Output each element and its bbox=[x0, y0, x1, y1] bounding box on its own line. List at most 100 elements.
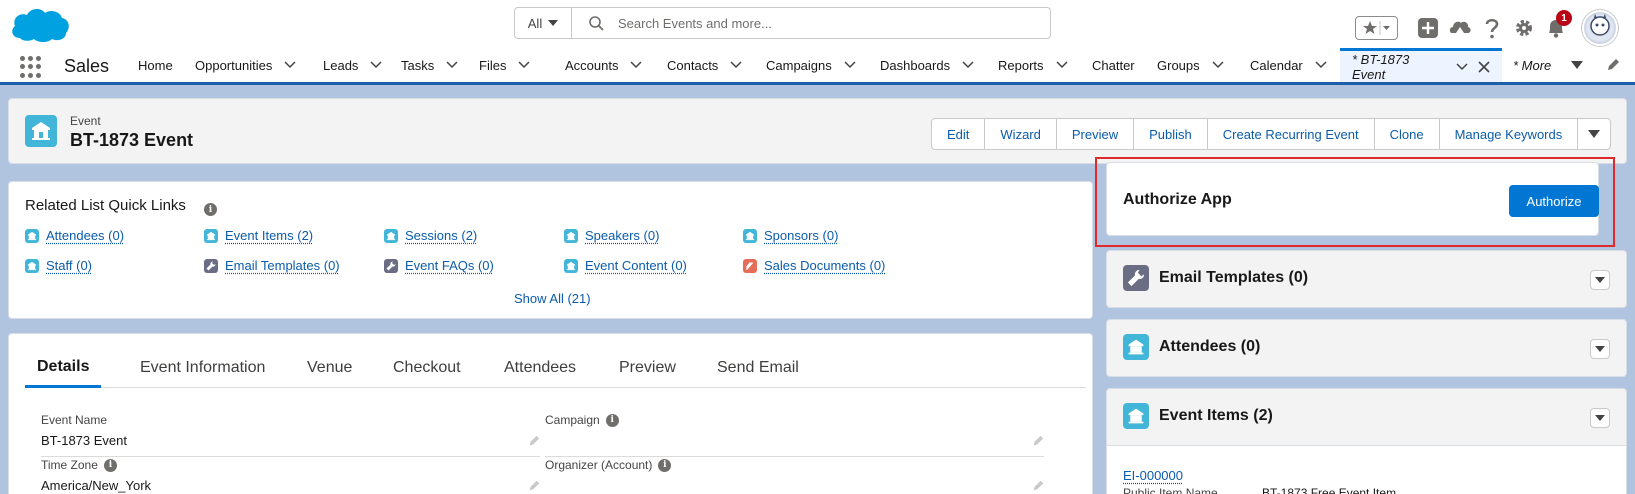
manage-keywords-button[interactable]: Manage Keywords bbox=[1440, 119, 1579, 149]
chevron-down-icon[interactable] bbox=[370, 61, 382, 69]
quick-link-staff[interactable]: Staff (0) bbox=[25, 258, 92, 273]
nav-item-campaigns[interactable]: Campaigns bbox=[766, 48, 856, 82]
quick-link-event-items[interactable]: Event Items (2) bbox=[204, 228, 313, 243]
quick-link-sponsors[interactable]: Sponsors (0) bbox=[743, 228, 838, 243]
chevron-down-icon[interactable] bbox=[1056, 61, 1068, 69]
tab-event-information[interactable]: Event Information bbox=[140, 348, 265, 388]
user-avatar[interactable] bbox=[1582, 10, 1618, 46]
edit-pencil-icon[interactable] bbox=[1032, 435, 1044, 450]
event-item-link[interactable]: EI-000000 bbox=[1123, 468, 1183, 483]
nav-item-label: Opportunities bbox=[195, 58, 272, 73]
tab-checkout[interactable]: Checkout bbox=[393, 348, 461, 388]
global-actions-button[interactable] bbox=[1414, 14, 1442, 42]
nav-item-dashboards[interactable]: Dashboards bbox=[880, 48, 974, 82]
quick-link-event-content[interactable]: Event Content (0) bbox=[564, 258, 687, 273]
related-card-title[interactable]: Event Items (2) bbox=[1159, 407, 1273, 425]
nav-item-label: Reports bbox=[998, 58, 1044, 73]
quick-link-sales-documents[interactable]: Sales Documents (0) bbox=[743, 258, 885, 273]
app-name: Sales bbox=[64, 56, 109, 77]
related-card-title[interactable]: Attendees (0) bbox=[1159, 338, 1260, 356]
plus-icon bbox=[1417, 17, 1439, 39]
edit-pencil-icon[interactable] bbox=[1032, 480, 1044, 494]
edit-button[interactable]: Edit bbox=[932, 119, 985, 149]
quick-link-label: Sponsors (0) bbox=[764, 228, 838, 243]
event-item-field-value: BT-1873 Free Event Item bbox=[1262, 486, 1396, 494]
question-icon bbox=[1484, 17, 1500, 39]
nav-item-opportunities[interactable]: Opportunities bbox=[195, 48, 296, 82]
info-icon[interactable]: i bbox=[204, 203, 217, 216]
quick-link-event-faqs[interactable]: Event FAQs (0) bbox=[384, 258, 494, 273]
app-launcher-icon[interactable] bbox=[20, 56, 42, 78]
card-menu-button[interactable] bbox=[1590, 408, 1610, 428]
preview-button[interactable]: Preview bbox=[1057, 119, 1134, 149]
tab-send-email[interactable]: Send Email bbox=[717, 348, 799, 388]
nav-more[interactable]: * More bbox=[1513, 48, 1583, 82]
wizard-button[interactable]: Wizard bbox=[985, 119, 1056, 149]
info-icon[interactable]: i bbox=[658, 459, 671, 472]
chevron-down-icon[interactable] bbox=[730, 61, 742, 69]
related-card-title[interactable]: Email Templates (0) bbox=[1159, 269, 1308, 287]
tab-details[interactable]: Details bbox=[25, 348, 101, 388]
search-icon bbox=[588, 15, 604, 31]
search-scope-dropdown[interactable]: All bbox=[515, 8, 572, 38]
caret-down-icon bbox=[1571, 61, 1583, 69]
more-actions-button[interactable] bbox=[1578, 119, 1610, 149]
nav-item-contacts[interactable]: Contacts bbox=[667, 48, 742, 82]
card-menu-button[interactable] bbox=[1590, 270, 1610, 290]
nav-item-tasks[interactable]: Tasks bbox=[401, 48, 458, 82]
quick-link-attendees[interactable]: Attendees (0) bbox=[25, 228, 124, 243]
quick-link-speakers[interactable]: Speakers (0) bbox=[564, 228, 659, 243]
quick-link-email-templates[interactable]: Email Templates (0) bbox=[204, 258, 340, 273]
edit-nav-button[interactable] bbox=[1606, 48, 1620, 82]
nav-item-label: Campaigns bbox=[766, 58, 832, 73]
salesforce-logo[interactable] bbox=[8, 4, 72, 44]
nav-item-reports[interactable]: Reports bbox=[998, 48, 1068, 82]
chevron-down-icon[interactable] bbox=[1315, 61, 1327, 69]
chevron-down-icon[interactable] bbox=[1456, 63, 1468, 71]
event-item-field-label: Public Item Name bbox=[1123, 486, 1218, 494]
tab-bt-1873-event[interactable]: * BT-1873 Event bbox=[1340, 48, 1502, 82]
tab-preview[interactable]: Preview bbox=[619, 348, 676, 388]
edit-pencil-icon[interactable] bbox=[528, 435, 540, 450]
edit-pencil-icon[interactable] bbox=[528, 480, 540, 494]
card-menu-button[interactable] bbox=[1590, 339, 1610, 359]
nav-item-files[interactable]: Files bbox=[479, 48, 530, 82]
chevron-down-icon[interactable] bbox=[518, 61, 530, 69]
nav-item-leads[interactable]: Leads bbox=[323, 48, 382, 82]
help-button[interactable] bbox=[1478, 14, 1506, 42]
info-icon[interactable]: i bbox=[606, 414, 619, 427]
global-search[interactable]: All Search Events and more... bbox=[514, 7, 1051, 39]
create-recurring-event-button[interactable]: Create Recurring Event bbox=[1208, 119, 1375, 149]
field-value: BT-1873 Event bbox=[41, 433, 127, 448]
chevron-down-icon[interactable] bbox=[446, 61, 458, 69]
event-icon bbox=[564, 259, 578, 273]
notifications-button[interactable]: 1 bbox=[1542, 14, 1570, 42]
chevron-down-icon[interactable] bbox=[284, 61, 296, 69]
favorites-button[interactable] bbox=[1355, 16, 1398, 40]
publish-button[interactable]: Publish bbox=[1134, 119, 1208, 149]
chevron-down-icon[interactable] bbox=[844, 61, 856, 69]
clone-button[interactable]: Clone bbox=[1375, 119, 1440, 149]
caret-down-icon bbox=[1595, 346, 1605, 352]
chevron-down-icon[interactable] bbox=[962, 61, 974, 69]
trailhead-button[interactable] bbox=[1446, 14, 1474, 42]
nav-item-calendar[interactable]: Calendar bbox=[1250, 48, 1327, 82]
tab-attendees[interactable]: Attendees bbox=[504, 348, 576, 388]
nav-item-groups[interactable]: Groups bbox=[1157, 48, 1224, 82]
tab-venue[interactable]: Venue bbox=[307, 348, 352, 388]
nav-item-chatter[interactable]: Chatter bbox=[1092, 48, 1135, 82]
info-icon[interactable]: i bbox=[104, 459, 117, 472]
nav-item-accounts[interactable]: Accounts bbox=[565, 48, 642, 82]
detail-tabset: Details Event Information Venue Checkout Att… bbox=[25, 348, 1086, 388]
chevron-down-icon[interactable] bbox=[630, 61, 642, 69]
search-input[interactable]: Search Events and more... bbox=[618, 16, 772, 31]
quick-link-label: Event Items (2) bbox=[225, 228, 313, 243]
star-icon bbox=[1362, 20, 1392, 36]
chevron-down-icon[interactable] bbox=[1212, 61, 1224, 69]
nav-item-home[interactable]: Home bbox=[138, 48, 173, 82]
quick-link-label: Email Templates (0) bbox=[225, 258, 340, 273]
show-all-link[interactable]: Show All (21) bbox=[514, 291, 591, 306]
setup-button[interactable] bbox=[1510, 14, 1538, 42]
close-tab-icon[interactable] bbox=[1478, 61, 1490, 73]
quick-link-sessions[interactable]: Sessions (2) bbox=[384, 228, 477, 243]
